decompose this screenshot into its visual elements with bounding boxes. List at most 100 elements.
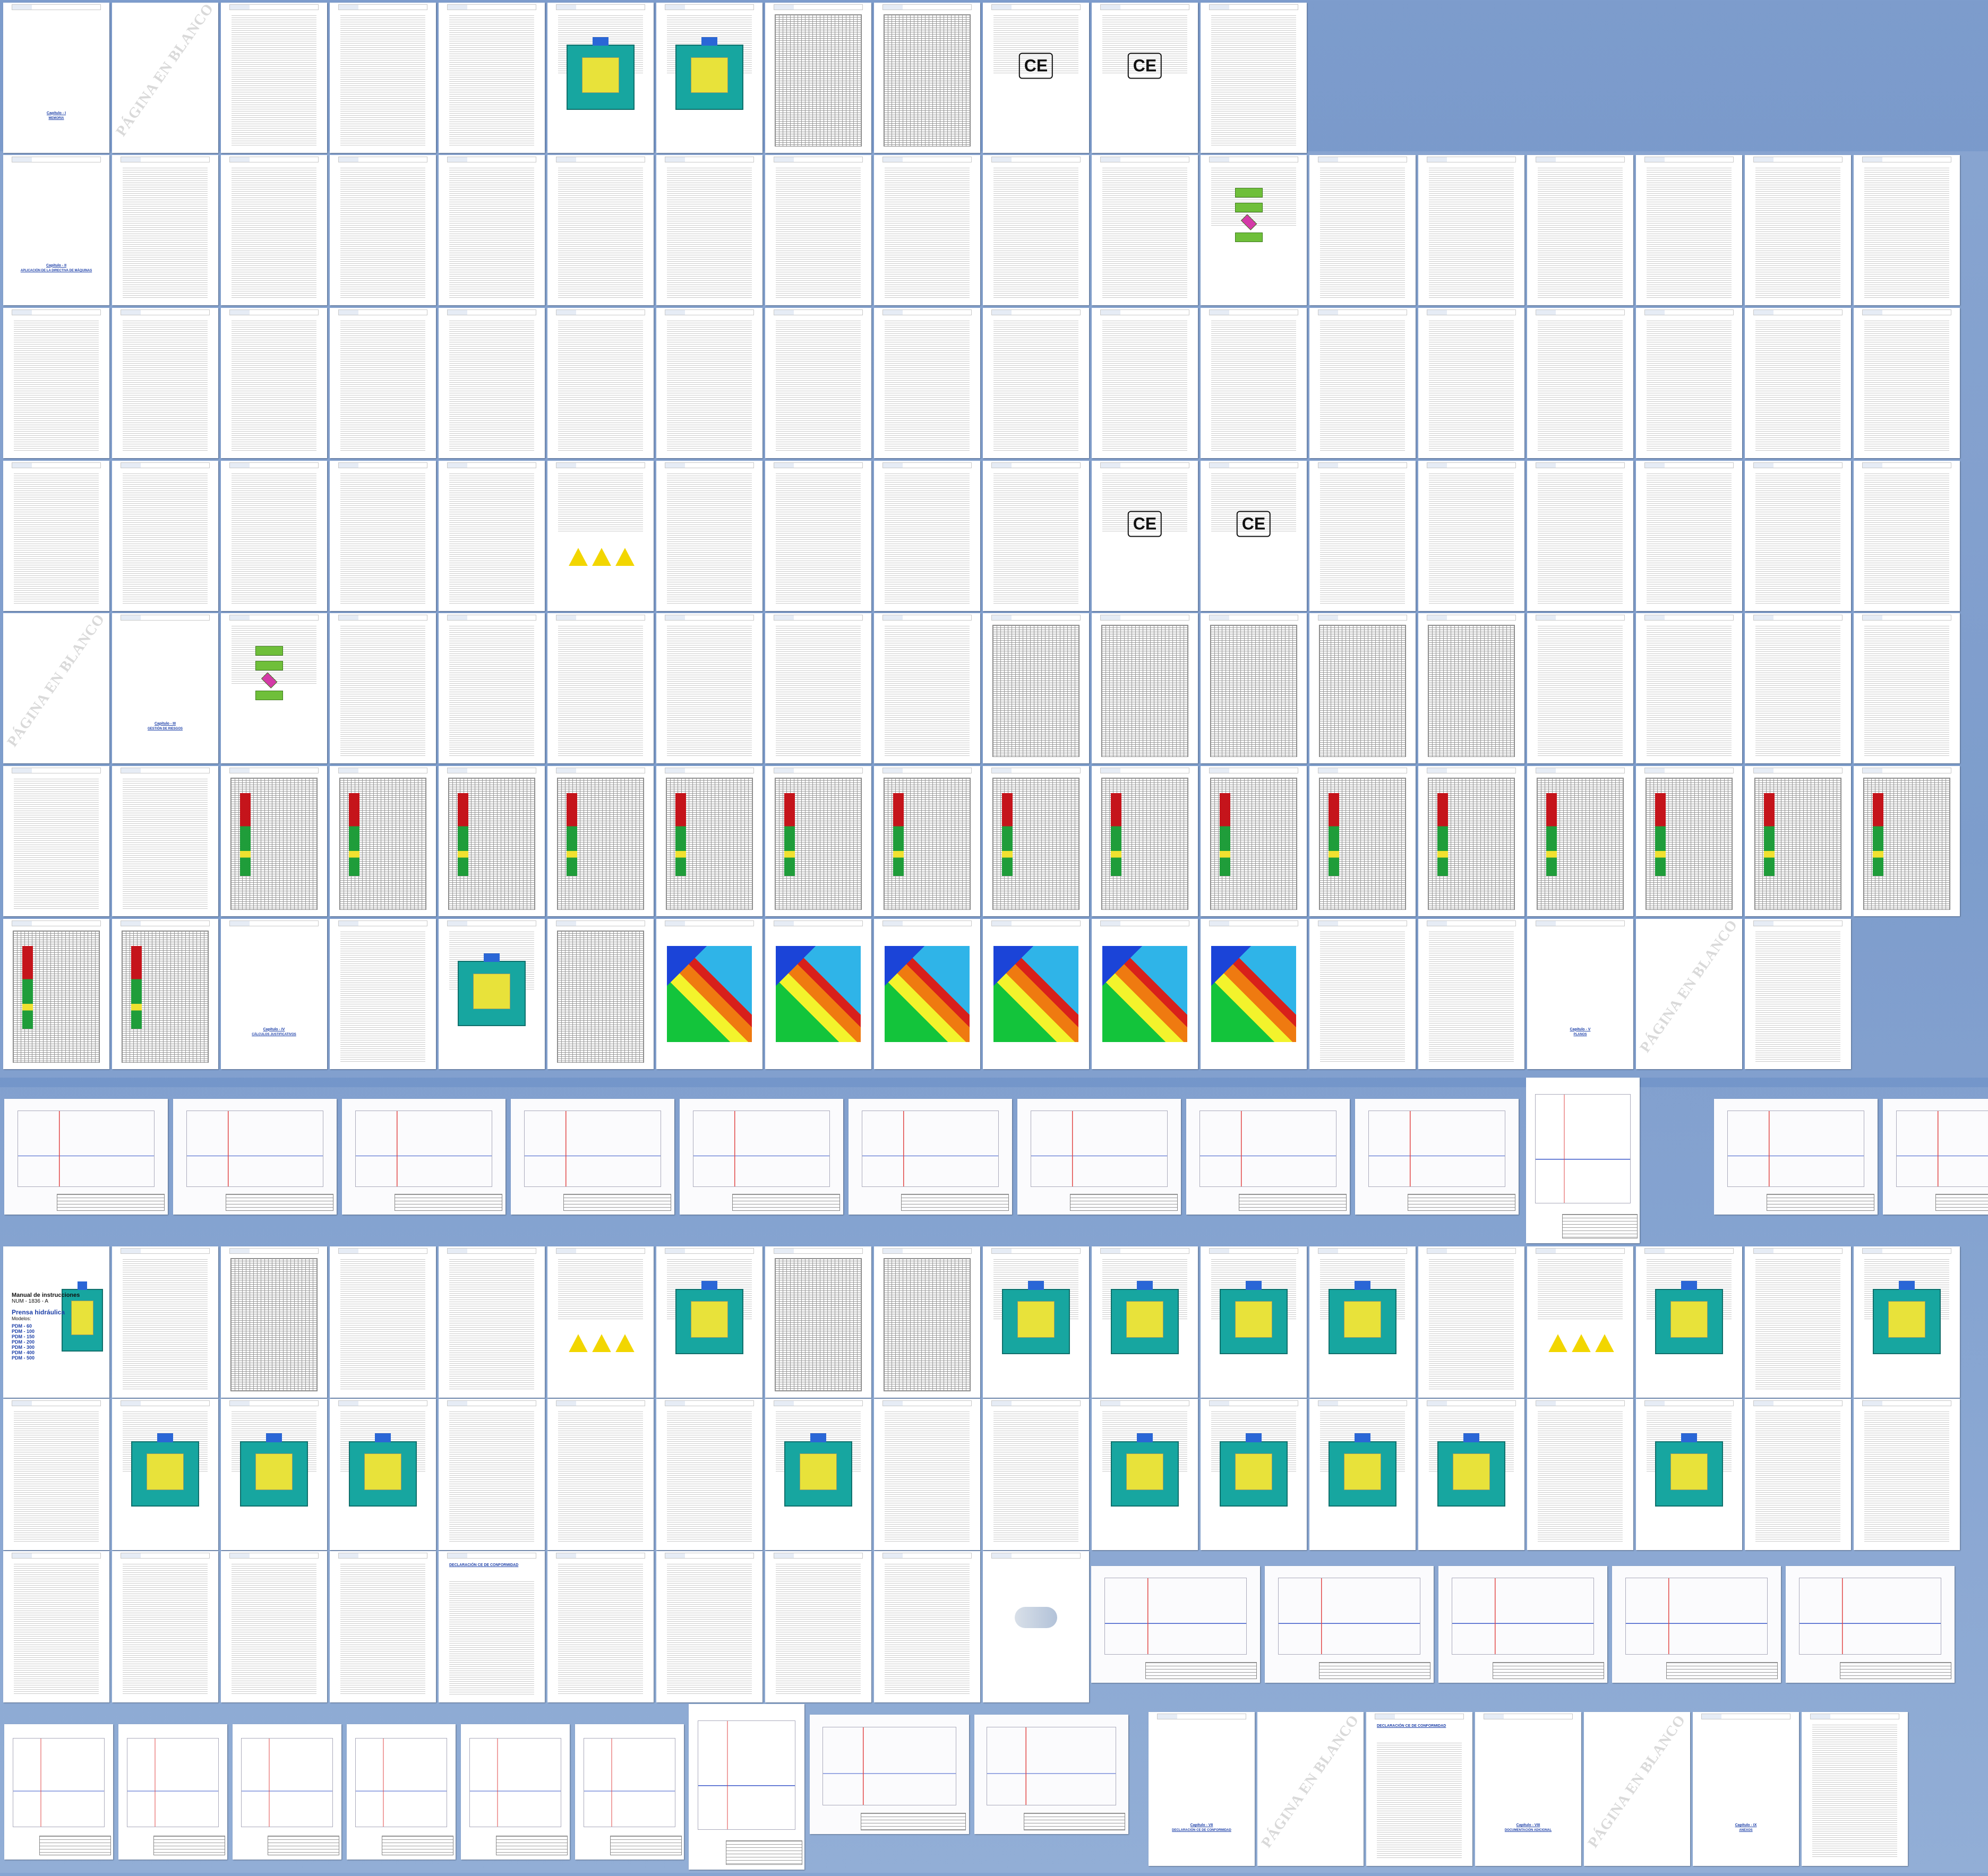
document-page-text[interactable]: [1527, 308, 1633, 458]
document-page-blank[interactable]: PÁGINA EN BLANCO: [1636, 919, 1742, 1069]
document-page-text[interactable]: [547, 155, 654, 305]
document-page-table[interactable]: [874, 3, 980, 153]
document-page-risk[interactable]: [330, 766, 436, 916]
document-page-text[interactable]: [330, 461, 436, 611]
document-page-text[interactable]: [1092, 155, 1198, 305]
document-page-text[interactable]: [1745, 1246, 1851, 1398]
document-page-decl[interactable]: DECLARACIÓN CE DE CONFORMIDAD: [1366, 1712, 1472, 1866]
document-page-risk[interactable]: [547, 766, 654, 916]
document-page-text[interactable]: [1092, 308, 1198, 458]
document-page-risk[interactable]: [1854, 766, 1960, 916]
document-page-text[interactable]: [1201, 308, 1307, 458]
document-page-text[interactable]: [983, 1399, 1089, 1550]
document-page-text[interactable]: [112, 155, 218, 305]
document-page-text[interactable]: [3, 461, 109, 611]
document-page-text[interactable]: [1527, 155, 1633, 305]
document-page-text[interactable]: [656, 1399, 762, 1550]
document-page-text[interactable]: [221, 3, 327, 153]
document-page-text[interactable]: [656, 613, 762, 763]
document-page-decl[interactable]: DECLARACIÓN CE DE CONFORMIDAD: [439, 1551, 545, 1702]
document-page-machine[interactable]: [439, 919, 545, 1069]
document-page-text[interactable]: [1309, 919, 1416, 1069]
document-page-chapter[interactable]: Capítulo - II APLICACIÓN DE LA DIRECTIVA …: [3, 155, 109, 305]
document-page-text[interactable]: [656, 461, 762, 611]
document-page-text[interactable]: [656, 308, 762, 458]
document-page-text[interactable]: [1527, 461, 1633, 611]
document-page-machine[interactable]: [547, 3, 654, 153]
document-page-drawing[interactable]: [974, 1715, 1128, 1834]
document-page-risk[interactable]: [1527, 766, 1633, 916]
document-page-text[interactable]: [1418, 155, 1524, 305]
document-page-table[interactable]: [547, 919, 654, 1069]
document-page-table[interactable]: [1418, 613, 1524, 763]
document-page-drawing[interactable]: [233, 1724, 341, 1860]
document-page-text[interactable]: [112, 766, 218, 916]
document-page-text[interactable]: [1854, 613, 1960, 763]
document-page-text[interactable]: [874, 461, 980, 611]
document-page-drawing[interactable]: [511, 1099, 674, 1215]
document-page-table[interactable]: [765, 1246, 871, 1398]
document-page-machine[interactable]: [1309, 1246, 1416, 1398]
document-page-text[interactable]: [1745, 308, 1851, 458]
document-page-text[interactable]: [656, 1551, 762, 1702]
document-page-machine[interactable]: [1309, 1399, 1416, 1550]
document-page-drawing[interactable]: [1017, 1099, 1181, 1215]
document-page-chapter[interactable]: Capítulo - V PLANOS: [1527, 919, 1633, 1069]
document-page-machine[interactable]: [221, 1399, 327, 1550]
document-page-text[interactable]: [1309, 155, 1416, 305]
document-page-text[interactable]: [1745, 155, 1851, 305]
document-page-blank[interactable]: PÁGINA EN BLANCO: [1584, 1712, 1690, 1866]
document-page-text[interactable]: [1418, 919, 1524, 1069]
document-page-drawing[interactable]: [1091, 1566, 1260, 1683]
document-page-machine[interactable]: [1201, 1399, 1307, 1550]
document-page-flow[interactable]: [221, 613, 327, 763]
document-page-signs[interactable]: [547, 1246, 654, 1398]
document-page-text[interactable]: [439, 3, 545, 153]
document-page-text[interactable]: [1418, 1246, 1524, 1398]
document-page-text[interactable]: [1201, 3, 1307, 153]
document-page-text[interactable]: [1745, 461, 1851, 611]
document-page-fea[interactable]: [874, 919, 980, 1069]
document-page-table[interactable]: [1092, 613, 1198, 763]
document-page-risk[interactable]: [1201, 766, 1307, 916]
document-page-risk[interactable]: [1092, 766, 1198, 916]
document-page-text[interactable]: [1636, 308, 1742, 458]
document-page-machine[interactable]: [983, 1246, 1089, 1398]
document-page-text[interactable]: [765, 308, 871, 458]
document-page-chapter[interactable]: Capítulo - VII DECLARACIÓN CE DE CONFORMI…: [1149, 1712, 1255, 1866]
document-page-text[interactable]: [765, 461, 871, 611]
document-page-stamp[interactable]: [983, 1551, 1089, 1702]
document-page-fea[interactable]: [1201, 919, 1307, 1069]
document-page-machine[interactable]: [1201, 1246, 1307, 1398]
document-page-text[interactable]: [1418, 461, 1524, 611]
document-page-text[interactable]: [1309, 461, 1416, 611]
document-page-machine[interactable]: [1418, 1399, 1524, 1550]
document-page-text[interactable]: [3, 308, 109, 458]
document-page-drawing[interactable]: [1186, 1099, 1350, 1215]
document-page-text[interactable]: [330, 155, 436, 305]
document-page-text[interactable]: [874, 155, 980, 305]
document-page-blank[interactable]: PÁGINA EN BLANCO: [1257, 1712, 1364, 1866]
document-page-chapter[interactable]: Capítulo - III GESTIÓN DE RIESGOS: [112, 613, 218, 763]
document-page-drawing[interactable]: [1883, 1099, 1988, 1215]
document-page-text[interactable]: [1745, 613, 1851, 763]
document-page-text[interactable]: [547, 308, 654, 458]
document-page-text[interactable]: [112, 461, 218, 611]
document-page-text[interactable]: [439, 1246, 545, 1398]
document-page-drawing[interactable]: [347, 1724, 456, 1860]
document-page-table[interactable]: [1309, 613, 1416, 763]
document-page-fea[interactable]: [656, 919, 762, 1069]
document-page-drawing[interactable]: [173, 1099, 337, 1215]
document-page-signs[interactable]: [547, 461, 654, 611]
document-page-text[interactable]: [983, 461, 1089, 611]
document-page-risk[interactable]: [1418, 766, 1524, 916]
document-page-text[interactable]: [439, 155, 545, 305]
document-page-text[interactable]: [330, 1246, 436, 1398]
document-page-chapter[interactable]: Capítulo - VIII DOCUMENTACIÓN ADICIONAL: [1475, 1712, 1581, 1866]
document-page-text[interactable]: [765, 1551, 871, 1702]
document-page-drawing[interactable]: [810, 1715, 969, 1834]
document-page-ce[interactable]: CE: [1201, 461, 1307, 611]
document-page-drawing[interactable]: [1786, 1566, 1955, 1683]
document-page-text[interactable]: [765, 613, 871, 763]
document-page-text[interactable]: [547, 1399, 654, 1550]
